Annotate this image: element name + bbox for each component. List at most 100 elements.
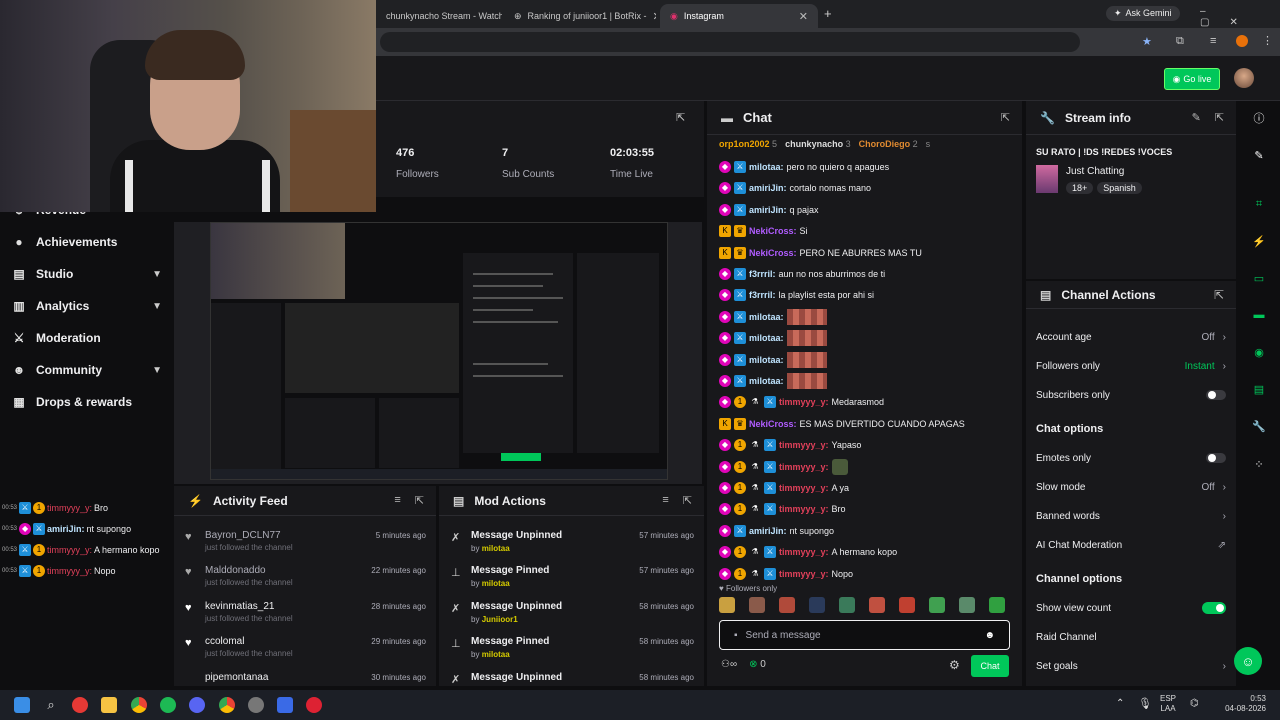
infinity-icon[interactable]: ⚇∞ [721, 659, 737, 670]
raid-channel-row[interactable]: Raid Channel [1036, 627, 1226, 647]
moderator-name[interactable]: Juniioor1 [482, 615, 518, 624]
chat-username[interactable]: milotaa: [749, 333, 784, 343]
microphone-icon[interactable]: 🎙 [1138, 697, 1152, 710]
chat-username[interactable]: timmyyy_y: [779, 397, 829, 407]
lightning-icon[interactable]: ⚡ [1250, 232, 1268, 250]
show-view-count-toggle[interactable] [1202, 602, 1226, 614]
clip-icon[interactable]: ⌗ [1250, 195, 1268, 213]
windows-start-icon[interactable] [14, 697, 30, 713]
star-icon[interactable]: ★ [1142, 35, 1152, 48]
url-field[interactable] [380, 32, 1080, 52]
extensions-icon[interactable]: ⧉ [1176, 35, 1184, 48]
popout-icon[interactable]: ⇱ [676, 111, 685, 124]
folder-icon[interactable] [101, 697, 117, 713]
sidebar-item-achievements[interactable]: ● Achievements [12, 235, 162, 249]
tab-stream[interactable]: chunkynacho Stream - Watch L [376, 4, 502, 28]
info-icon[interactable]: ⓘ [1250, 109, 1268, 127]
chrome-icon[interactable] [219, 697, 235, 713]
subscribers-only-toggle[interactable] [1206, 390, 1226, 400]
follower-name[interactable]: Malddonaddo [205, 565, 266, 576]
moderator-name[interactable]: milotaa [482, 650, 510, 659]
app-icon[interactable] [306, 697, 322, 713]
chat-username[interactable]: timmyyy_y: [779, 569, 829, 579]
popout-icon[interactable]: ⇱ [683, 494, 692, 507]
close-tab-icon[interactable]: ✕ [652, 10, 656, 23]
chat-username[interactable]: timmyyy_y: [779, 440, 829, 450]
popout-icon[interactable]: ⇱ [1001, 111, 1010, 124]
sidebar-item-drops[interactable]: ▦ Drops & rewards [12, 395, 162, 409]
popout-icon[interactable]: ⇱ [1214, 288, 1236, 302]
pencil-icon[interactable]: ✎ [1250, 146, 1268, 164]
chat-username[interactable]: timmyyy_y: [779, 547, 829, 557]
chat-input[interactable]: ▪ Send a message ☻ [719, 620, 1010, 650]
chrome-icon[interactable] [131, 697, 147, 713]
ask-gemini-button[interactable]: ✦ Ask Gemini [1106, 6, 1180, 21]
close-tab-icon[interactable]: ✕ [799, 10, 808, 23]
chat-username[interactable]: timmyyy_y: [779, 462, 829, 472]
search-icon[interactable]: ⌕ [43, 697, 59, 713]
chat-username[interactable]: NekiCross: [749, 419, 797, 429]
stream-preview[interactable] [174, 222, 702, 484]
chat-username[interactable]: timmyyy_y: [779, 483, 829, 493]
chat-username[interactable]: NekiCross: [749, 248, 797, 258]
emotes-only-toggle[interactable] [1206, 453, 1226, 463]
emote-icon[interactable] [779, 597, 795, 613]
menu-icon[interactable]: ⋮ [1262, 34, 1273, 47]
chat-username[interactable]: amiriJin: [749, 526, 787, 536]
points-display[interactable]: ⊗ 0 [749, 659, 766, 670]
follower-name[interactable]: ccolomal [205, 636, 244, 647]
chat-username[interactable]: f3rrril: [749, 290, 776, 300]
chat-username[interactable]: milotaa: [749, 355, 784, 365]
category-name[interactable]: Just Chatting [1066, 166, 1124, 177]
banned-words-row[interactable]: Banned words › [1036, 506, 1226, 526]
chat-username[interactable]: amiriJin: [749, 205, 787, 215]
emote-icon[interactable] [989, 597, 1005, 613]
spotify-icon[interactable] [160, 697, 176, 713]
discord-icon[interactable] [189, 697, 205, 713]
broadcast-icon[interactable]: ◉ [1250, 343, 1268, 361]
tab-instagram[interactable]: ◉ Instagram ✕ [660, 4, 818, 28]
emote-icon[interactable] [929, 597, 945, 613]
window-controls[interactable]: –▢✕ [1200, 6, 1280, 28]
emote-icon[interactable] [749, 597, 765, 613]
set-goals-row[interactable]: Set goals › [1036, 656, 1226, 676]
leaderboard-entry[interactable]: chunkynacho 3 [785, 139, 851, 153]
chat-username[interactable]: milotaa: [749, 162, 784, 172]
emoji-icon[interactable]: ☻ [984, 630, 995, 641]
document-icon[interactable]: ▭ [1250, 269, 1268, 287]
chat-username[interactable]: timmyyy_y: [779, 504, 829, 514]
settings-gear-icon[interactable]: ⚙ [949, 658, 960, 672]
steam-icon[interactable] [248, 697, 264, 713]
sidebar-item-studio[interactable]: ▤ Studio ▼ [12, 267, 162, 281]
moderator-name[interactable]: milotaa [482, 579, 510, 588]
app-icon[interactable] [72, 697, 88, 713]
follower-name[interactable]: kevinmatias_21 [205, 601, 274, 612]
moderator-name[interactable]: milotaa [482, 544, 510, 553]
more-actions-icon[interactable]: ⁘ [1250, 455, 1268, 473]
category-thumbnail[interactable] [1036, 165, 1058, 193]
follower-name[interactable]: Bayron_DCLN77 [205, 530, 281, 541]
leaderboard-entry[interactable]: orp1on2002 5 [719, 139, 777, 153]
tag-badge[interactable]: Spanish [1097, 182, 1142, 194]
network-icon[interactable]: ⌬ [1190, 698, 1199, 709]
leaderboard-entry[interactable]: s [926, 139, 931, 153]
app-icon[interactable] [277, 697, 293, 713]
tag-badge[interactable]: 18+ [1066, 182, 1094, 194]
edit-icon[interactable]: ✎ [1192, 111, 1201, 124]
chat-username[interactable]: NekiCross: [749, 226, 797, 236]
chat-icon[interactable]: ▬ [1250, 306, 1268, 324]
ai-chat-moderation-row[interactable]: AI Chat Moderation ⇗ [1036, 535, 1226, 555]
go-live-button[interactable]: ◉ Go live [1164, 68, 1220, 90]
help-chat-button[interactable]: ☺ [1234, 647, 1262, 675]
profile-icon[interactable] [1236, 35, 1248, 47]
emote-icon[interactable] [959, 597, 975, 613]
chat-username[interactable]: milotaa: [749, 376, 784, 386]
popout-icon[interactable]: ⇱ [415, 494, 424, 507]
sidebar-item-analytics[interactable]: ▥ Analytics ▼ [12, 299, 162, 313]
chat-username[interactable]: milotaa: [749, 312, 784, 322]
chat-username[interactable]: amiriJin: [749, 183, 787, 193]
new-tab-button[interactable]: + [824, 6, 832, 21]
emote-icon[interactable] [899, 597, 915, 613]
emote-icon[interactable] [869, 597, 885, 613]
avatar[interactable] [1234, 68, 1254, 88]
